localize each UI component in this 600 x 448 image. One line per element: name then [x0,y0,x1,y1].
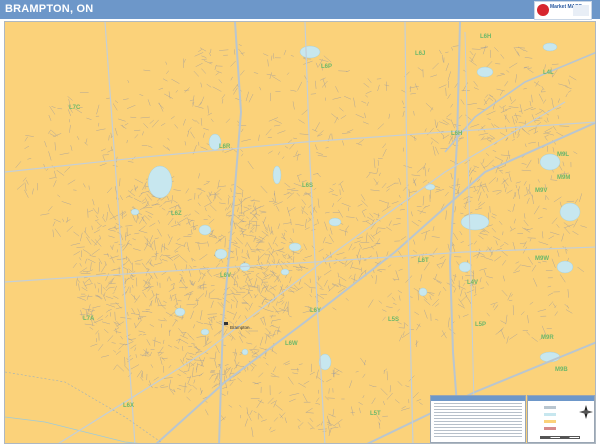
water-pond [476,66,494,78]
postal-label-l6w: L6W [285,341,298,347]
water-pond [241,348,249,356]
water-pond [198,224,212,236]
postal-label-l6y: L6Y [310,308,321,314]
logo-badge-icon [537,4,549,16]
water-pond [299,45,321,59]
map-key-legend [527,395,595,443]
water-pond [542,42,558,52]
postal-label-l6z: L6Z [171,211,182,217]
fsa-index-legend-header [431,396,525,401]
bovaird-dr [5,121,595,173]
postal-label-l6r: L6R [219,144,231,150]
scale-bar [540,436,580,439]
postal-label-l6j: L6J [415,51,425,57]
water-pond [147,165,173,199]
legend-row [434,412,522,413]
legend-row [434,409,522,410]
postal-label-l6h: L6H [480,34,491,40]
postal-label-l6s: L6S [302,183,313,189]
fsa-index-legend [430,395,526,443]
water-pond [460,213,490,231]
highways [5,22,595,443]
water-pond [280,268,290,276]
highway-427 [448,22,461,443]
postal-label-l6h2: L6H [451,131,462,137]
map-frame[interactable]: L6J L6H L6P L4L L7C L6H L6R M9L M9M L6S M9V L6Z M9W L… [4,21,596,444]
water-pond [214,248,228,260]
postal-label-l7a: L7A [83,316,95,322]
water-pond [559,202,581,222]
postal-label-m9m: M9M [557,175,570,181]
postal-label-l5p: L5P [475,322,486,328]
legend-row [434,403,522,404]
key-swatch-land [544,420,556,423]
key-swatch-boundary [544,427,556,430]
page: BRAMPTON, ON Market MAPS L6J L6H L6P L4L… [0,0,600,448]
legend-row [434,415,522,416]
postal-label-l5s: L5S [388,317,399,323]
water-pond [200,328,210,336]
map-canvas[interactable]: L6J L6H L6P L4L L7C L6H L6R M9L M9M L6S M9V L6Z M9W L… [5,22,596,444]
legend-row [434,436,522,437]
postal-label-l6x: L6X [123,403,134,409]
postal-label-m9r: M9R [541,335,554,341]
postal-label-l7c: L7C [69,105,81,111]
water-pond [458,261,472,273]
water-pond [556,260,574,274]
city-label-brampton: Brampton [230,325,250,330]
water-pond [130,208,140,216]
north-arrow-icon [579,405,593,419]
legend-row [434,418,522,419]
postal-label-l6v: L6V [220,273,231,279]
postal-label-l6t: L6T [418,258,429,264]
postal-label-m9v: M9V [535,188,547,194]
water-pond [174,307,186,317]
legend-row [434,406,522,407]
legend-row [434,427,522,428]
title-bar: BRAMPTON, ON Market MAPS [0,0,600,20]
map-title: BRAMPTON, ON [5,3,94,15]
postal-label-l5t: L5T [370,411,381,417]
street-grid [15,44,587,438]
highway-400-series-ne [464,31,476,443]
water-pond [272,165,282,185]
key-swatch-highway [544,406,556,409]
postal-label-l6p: L6P [321,64,332,70]
water-pond [418,287,428,297]
water-pond [288,242,302,252]
map-key-legend-header [528,396,594,401]
key-swatch-water [544,413,556,416]
city-marker[interactable]: Brampton [224,322,250,330]
market-maps-logo: Market MAPS [534,1,592,20]
legend-row [434,424,522,425]
postal-label-l4v: L4V [467,280,478,286]
water-pond [328,217,342,227]
legend-row [434,433,522,434]
postal-label-m9l: M9L [557,152,569,158]
dixie-rd [304,22,326,443]
mississauga-rd [104,22,136,443]
airport-rd [404,22,414,443]
legend-row [434,421,522,422]
legend-row [434,430,522,431]
logo-emblem-icon [573,5,589,16]
county-boundary [5,371,163,443]
queen-st [5,246,595,283]
postal-label-m9b: M9B [555,367,568,373]
postal-label-m9w: M9W [535,256,549,262]
postal-label-l4l: L4L [543,70,554,76]
